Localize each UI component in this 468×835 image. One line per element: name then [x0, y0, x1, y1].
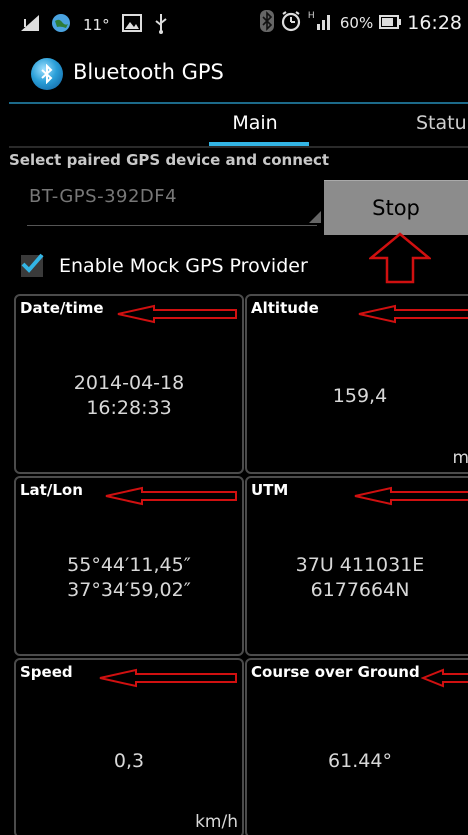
annotation-arrow-left-icon	[99, 668, 237, 688]
tile-altitude: Altitude 159,4 m	[245, 294, 468, 474]
annotation-arrow-left-icon	[421, 668, 468, 688]
tile-latitude: 55°44′11,45″	[67, 554, 191, 576]
tab-main[interactable]: Main	[195, 112, 315, 134]
bluetooth-logo-icon[interactable]	[31, 58, 63, 90]
tile-datetime-time: 16:28:33	[86, 397, 172, 419]
annotation-arrow-up-icon	[369, 232, 431, 284]
annotation-arrow-left-icon	[358, 304, 468, 324]
mock-gps-checkbox[interactable]	[21, 253, 44, 277]
app-screen: 11° H 60% 16:28 Bluetooth GPS Main Statu…	[9, 0, 468, 835]
battery-percent: 60%	[339, 14, 374, 32]
tile-datetime: Date/time 2014-04-18 16:28:33	[14, 294, 244, 474]
mock-gps-row[interactable]: Enable Mock GPS Provider	[21, 250, 308, 282]
tile-latlon: Lat/Lon 55°44′11,45″ 37°34′59,02″	[14, 476, 244, 656]
tab-bar: Main Statu	[9, 104, 468, 148]
status-bar: 11° H 60% 16:28	[9, 0, 468, 46]
alarm-icon	[280, 10, 302, 36]
action-bar: Bluetooth GPS	[9, 46, 468, 102]
tile-speed-value: 0,3	[113, 750, 145, 772]
clock-text: 16:28	[407, 12, 462, 34]
device-spinner-value: BT-GPS-392DF4	[29, 186, 178, 207]
svg-text:H: H	[308, 10, 315, 20]
tile-utm-title: UTM	[251, 481, 289, 499]
usb-icon	[154, 12, 168, 38]
battery-icon	[379, 14, 402, 33]
tile-altitude-title: Altitude	[251, 299, 319, 317]
stop-button[interactable]: Stop	[324, 180, 468, 235]
checkmark-icon	[21, 253, 44, 273]
tile-course-title: Course over Ground	[251, 663, 420, 681]
tile-latlon-title: Lat/Lon	[20, 481, 83, 499]
device-spinner[interactable]: BT-GPS-392DF4	[27, 182, 321, 226]
tile-speed: Speed 0,3 km/h	[14, 658, 244, 835]
annotation-arrow-left-icon	[117, 304, 237, 324]
tile-course-value: 61.44°	[328, 750, 392, 772]
tabs-divider	[9, 146, 468, 148]
annotation-arrow-left-icon	[354, 486, 468, 506]
tile-course: Course over Ground 61.44°	[245, 658, 468, 835]
tile-datetime-date: 2014-04-18	[73, 372, 185, 394]
tile-speed-title: Speed	[20, 663, 73, 681]
bluetooth-icon	[259, 10, 274, 36]
tile-utm: UTM 37U 411031E 6177664N	[245, 476, 468, 656]
tile-utm-easting: 37U 411031E	[295, 554, 425, 576]
spinner-underline	[27, 225, 317, 226]
tile-altitude-value: 159,4	[332, 385, 388, 407]
globe-icon	[51, 13, 71, 37]
dropdown-triangle-icon	[309, 211, 321, 223]
mock-gps-label: Enable Mock GPS Provider	[59, 255, 308, 277]
tile-datetime-title: Date/time	[20, 299, 104, 317]
device-prompt: Select paired GPS device and connect	[9, 151, 330, 169]
network-icon: H	[308, 10, 334, 36]
app-title: Bluetooth GPS	[73, 60, 224, 84]
tile-altitude-unit: m	[452, 448, 468, 468]
image-icon	[121, 14, 142, 36]
annotation-arrow-left-icon	[105, 486, 237, 506]
signal-icon	[21, 15, 39, 35]
tile-longitude: 37°34′59,02″	[67, 579, 191, 601]
tile-speed-unit: km/h	[195, 812, 238, 832]
temperature-text: 11°	[83, 16, 110, 34]
tile-utm-northing: 6177664N	[310, 579, 410, 601]
tab-status[interactable]: Statu	[416, 112, 467, 134]
